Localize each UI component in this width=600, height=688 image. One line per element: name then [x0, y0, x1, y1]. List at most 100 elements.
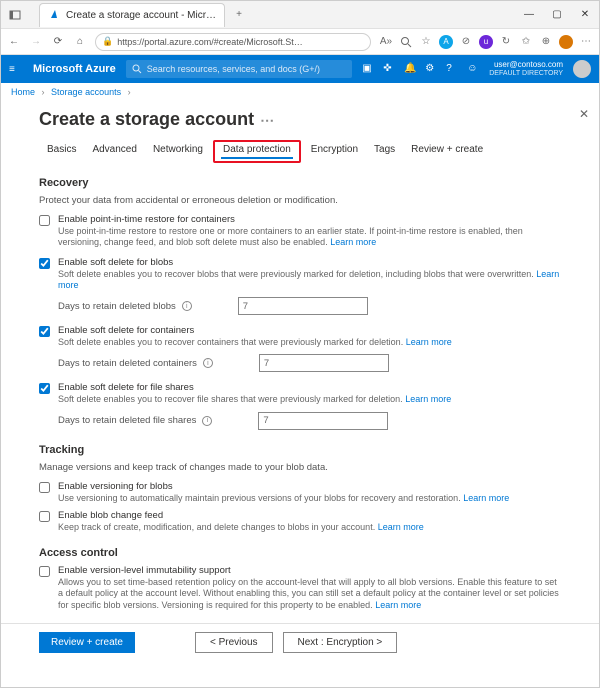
hamburger-icon[interactable]: ≡ — [9, 64, 23, 75]
container-sd-days-row: Days to retain deleted containers i — [58, 354, 561, 372]
blob-sd-days-label: Days to retain deleted blobs — [58, 301, 176, 312]
close-window-button[interactable]: ✕ — [571, 1, 599, 29]
browser-titlebar: Create a storage account - Micr… + — ▢ ✕ — [1, 1, 599, 29]
change-feed-label: Enable blob change feed — [58, 510, 561, 521]
tracking-heading: Tracking — [39, 444, 561, 456]
tab-networking[interactable]: Networking — [145, 140, 211, 163]
azure-favicon — [48, 9, 60, 21]
container-sd-help: Soft delete enables you to recover conta… — [58, 337, 561, 348]
favorites-icon[interactable]: ✩ — [519, 35, 533, 49]
more-actions-icon[interactable]: ⋯ — [260, 112, 274, 128]
lock-icon: 🔒 — [102, 36, 113, 47]
cloud-shell-icon[interactable]: ▣ — [362, 63, 374, 75]
immutability-learn-more[interactable]: Learn more — [375, 600, 421, 610]
tab-actions-icon[interactable] — [1, 1, 29, 29]
zoom-icon[interactable] — [399, 35, 413, 49]
next-button[interactable]: Next : Encryption > — [283, 632, 398, 653]
file-sd-days-input[interactable] — [258, 412, 388, 430]
chevron-right-icon: › — [128, 87, 131, 97]
main-content: ✕ Create a storage account⋯ Basics Advan… — [1, 101, 599, 623]
file-sd-learn-more[interactable]: Learn more — [405, 394, 451, 404]
access-heading: Access control — [39, 547, 561, 559]
recovery-desc: Protect your data from accidental or err… — [39, 195, 561, 206]
container-sd-days-input[interactable] — [259, 354, 389, 372]
back-button[interactable]: ← — [7, 35, 21, 49]
tab-data-protection-highlighted: Data protection — [213, 140, 301, 163]
feedback-icon[interactable]: ☺ — [467, 63, 479, 75]
profile-icon[interactable] — [559, 35, 573, 49]
blob-sd-days-input[interactable] — [238, 297, 368, 315]
portal-search[interactable] — [126, 60, 353, 78]
breadcrumb-home[interactable]: Home — [11, 87, 35, 97]
new-tab-button[interactable]: + — [229, 5, 249, 25]
forward-button[interactable]: → — [29, 35, 43, 49]
browser-tab-strip: Create a storage account - Micr… + — [33, 3, 515, 27]
sync-icon[interactable]: ↻ — [499, 35, 513, 49]
versioning-help: Use versioning to automatically maintain… — [58, 493, 561, 504]
blob-sd-checkbox[interactable] — [39, 258, 50, 269]
option-container-softdelete: Enable soft delete for containers Soft d… — [39, 325, 561, 348]
option-blob-softdelete: Enable soft delete for blobs Soft delete… — [39, 257, 561, 292]
avatar[interactable] — [573, 60, 591, 78]
maximize-button[interactable]: ▢ — [543, 1, 571, 29]
browser-tab[interactable]: Create a storage account - Micr… — [39, 3, 225, 27]
user-block[interactable]: user@contoso.com DEFAULT DIRECTORY — [489, 61, 563, 77]
file-sd-days-label: Days to retain deleted file shares — [58, 415, 196, 426]
breadcrumb: Home › Storage accounts › — [1, 83, 599, 101]
review-create-button[interactable]: Review + create — [39, 632, 135, 653]
versioning-checkbox[interactable] — [39, 482, 50, 493]
url-box[interactable]: 🔒 https://portal.azure.com/#create/Micro… — [95, 33, 371, 51]
search-icon — [132, 64, 142, 74]
versioning-learn-more[interactable]: Learn more — [463, 493, 509, 503]
file-sd-checkbox[interactable] — [39, 383, 50, 394]
tab-data-protection[interactable]: Data protection — [221, 144, 293, 159]
home-button[interactable]: ⌂ — [73, 35, 87, 49]
previous-button[interactable]: < Previous — [195, 632, 273, 653]
filter-icon[interactable]: ✜ — [383, 63, 395, 75]
blob-sd-days-row: Days to retain deleted blobs i — [58, 297, 561, 315]
pitr-learn-more[interactable]: Learn more — [330, 237, 376, 247]
notifications-icon[interactable]: 🔔 — [404, 63, 416, 75]
pitr-checkbox[interactable] — [39, 215, 50, 226]
ext-icon-1[interactable]: A — [439, 35, 453, 49]
info-icon[interactable]: i — [182, 301, 192, 311]
blob-sd-help: Soft delete enables you to recover blobs… — [58, 269, 561, 292]
minimize-button[interactable]: — — [515, 1, 543, 29]
tab-tags[interactable]: Tags — [366, 140, 403, 163]
user-email: user@contoso.com — [489, 61, 563, 70]
tab-review[interactable]: Review + create — [403, 140, 491, 163]
change-feed-checkbox[interactable] — [39, 511, 50, 522]
brand-label[interactable]: Microsoft Azure — [33, 63, 116, 75]
blob-sd-label: Enable soft delete for blobs — [58, 257, 561, 268]
immutability-label: Enable version-level immutability suppor… — [58, 565, 561, 576]
ext-icon-2[interactable]: u — [479, 35, 493, 49]
change-feed-help: Keep track of create, modification, and … — [58, 522, 561, 533]
tab-advanced[interactable]: Advanced — [84, 140, 144, 163]
info-icon[interactable]: i — [203, 358, 213, 368]
file-sd-days-row: Days to retain deleted file shares i — [58, 412, 561, 430]
versioning-label: Enable versioning for blobs — [58, 481, 561, 492]
help-icon[interactable]: ? — [446, 63, 458, 75]
portal-header: ≡ Microsoft Azure ▣ ✜ 🔔 ⚙ ? ☺ user@conto… — [1, 55, 599, 83]
menu-icon[interactable]: ⋯ — [579, 35, 593, 49]
window-controls: — ▢ ✕ — [515, 1, 599, 29]
container-sd-learn-more[interactable]: Learn more — [406, 337, 452, 347]
change-feed-learn-more[interactable]: Learn more — [378, 522, 424, 532]
read-aloud-icon[interactable]: A» — [379, 35, 393, 49]
option-file-softdelete: Enable soft delete for file shares Soft … — [39, 382, 561, 405]
close-blade-button[interactable]: ✕ — [579, 107, 589, 121]
refresh-button[interactable]: ⟳ — [51, 35, 65, 49]
collections-icon[interactable]: ⊕ — [539, 35, 553, 49]
portal-search-input[interactable] — [147, 64, 347, 74]
tab-encryption[interactable]: Encryption — [303, 140, 366, 163]
info-icon[interactable]: i — [202, 416, 212, 426]
breadcrumb-storage[interactable]: Storage accounts — [51, 87, 121, 97]
container-sd-checkbox[interactable] — [39, 326, 50, 337]
pitr-label: Enable point-in-time restore for contain… — [58, 214, 561, 225]
settings-icon[interactable]: ⚙ — [425, 63, 437, 75]
immutability-checkbox[interactable] — [39, 566, 50, 577]
tab-basics[interactable]: Basics — [39, 140, 84, 163]
star-icon[interactable]: ☆ — [419, 35, 433, 49]
container-sd-label: Enable soft delete for containers — [58, 325, 561, 336]
blocked-icon[interactable]: ⊘ — [459, 35, 473, 49]
